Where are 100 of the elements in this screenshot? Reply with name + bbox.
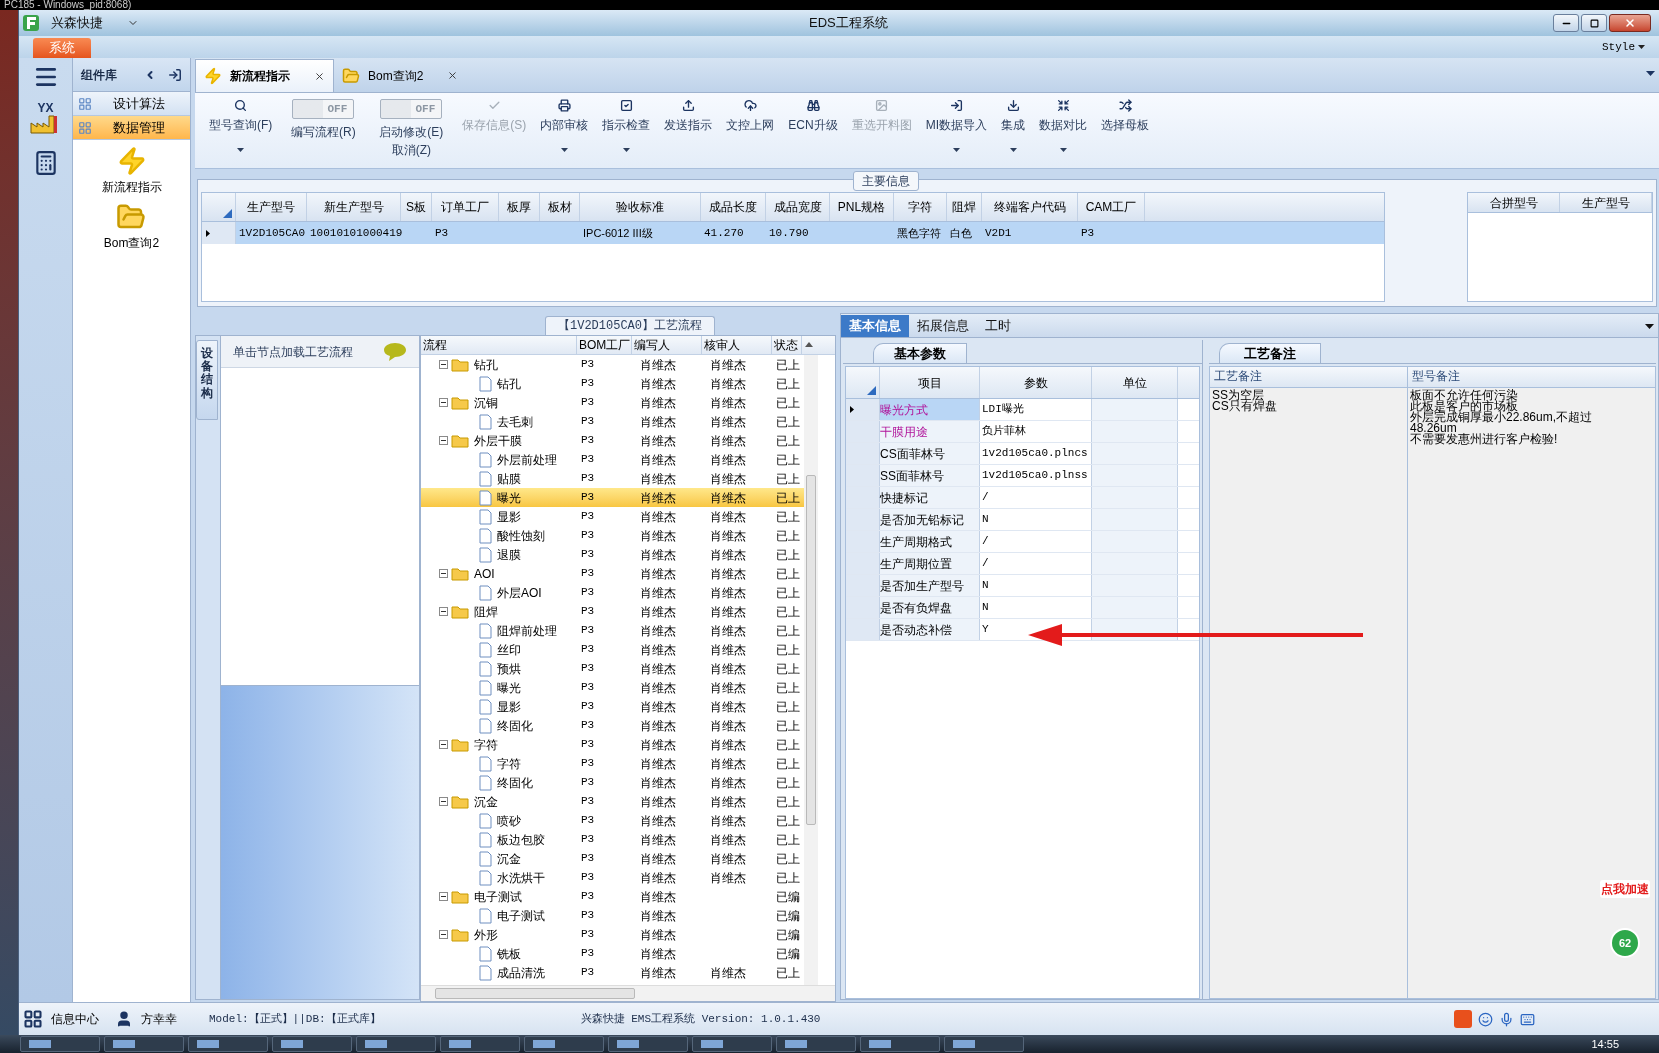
tree-row[interactable]: 板边包胶 P3 肖维杰 肖维杰 已上 bbox=[421, 830, 804, 849]
tree-row[interactable]: 去毛刺 P3 肖维杰 肖维杰 已上 bbox=[421, 412, 804, 431]
tree-row[interactable]: 外层前处理 P3 肖维杰 肖维杰 已上 bbox=[421, 450, 804, 469]
ribbon-button[interactable]: 数据对比 bbox=[1033, 97, 1093, 163]
ribbon-button[interactable]: 内部审核 bbox=[534, 97, 595, 163]
tree-row[interactable]: 终固化 P3 肖维杰 肖维杰 已上 bbox=[421, 773, 804, 792]
tree-row[interactable]: 外层干膜 P3 肖维杰 肖维杰 已上 bbox=[421, 431, 804, 450]
tree-row[interactable]: 钻孔 P3 肖维杰 肖维杰 已上 bbox=[421, 374, 804, 393]
tree-row[interactable]: 显影 P3 肖维杰 肖维杰 已上 bbox=[421, 697, 804, 716]
style-menu[interactable]: Style bbox=[1602, 38, 1645, 55]
taskbar-button[interactable] bbox=[188, 1036, 268, 1052]
vertical-scrollbar[interactable] bbox=[804, 355, 818, 985]
tree-row[interactable]: 沉金 P3 肖维杰 肖维杰 已上 bbox=[421, 792, 804, 811]
tree-row[interactable]: 丝印 P3 肖维杰 肖维杰 已上 bbox=[421, 640, 804, 659]
tree-row[interactable]: AOI P3 肖维杰 肖维杰 已上 bbox=[421, 564, 804, 583]
tree-row[interactable]: 铣板 P3 肖维杰 已编 bbox=[421, 944, 804, 963]
tree-row[interactable]: 电子测试 P3 肖维杰 已编 bbox=[421, 906, 804, 925]
table-cell[interactable]: 快捷标记 bbox=[880, 487, 980, 508]
taskbar-button[interactable] bbox=[776, 1036, 856, 1052]
table-cell[interactable]: 干膜用途 bbox=[880, 421, 980, 442]
taskbar-button[interactable] bbox=[272, 1036, 352, 1052]
taskbar-button[interactable] bbox=[104, 1036, 184, 1052]
collapse-toggle[interactable] bbox=[439, 740, 448, 749]
table-cell[interactable]: 曝光方式 bbox=[880, 399, 980, 420]
ribbon-button[interactable]: MI数据导入 bbox=[919, 97, 993, 163]
taskbar-button[interactable] bbox=[356, 1036, 436, 1052]
collapse-toggle[interactable] bbox=[439, 930, 448, 939]
tree-row[interactable]: 曝光 P3 肖维杰 肖维杰 已上 bbox=[421, 678, 804, 697]
tree-row[interactable]: 终固化 P3 肖维杰 肖维杰 已上 bbox=[421, 716, 804, 735]
caret-icon[interactable] bbox=[1646, 71, 1655, 76]
tree-row[interactable]: 贴膜 P3 肖维杰 肖维杰 已上 bbox=[421, 469, 804, 488]
microphone-icon[interactable] bbox=[1499, 1011, 1514, 1027]
tree-row[interactable]: 钻孔 P3 肖维杰 肖维杰 已上 bbox=[421, 355, 804, 374]
row-header[interactable] bbox=[846, 399, 880, 420]
tree-row[interactable]: 曝光 P3 肖维杰 肖维杰 已上 bbox=[421, 488, 804, 507]
table-cell[interactable]: 是否加无铅标记 bbox=[880, 509, 980, 530]
close-button[interactable] bbox=[1609, 14, 1651, 32]
caret-icon[interactable] bbox=[1645, 324, 1654, 329]
table-cell[interactable]: 是否加生产型号 bbox=[880, 575, 980, 596]
taskbar-button[interactable] bbox=[524, 1036, 604, 1052]
detail-tab[interactable]: 基本信息 bbox=[841, 315, 909, 337]
tree-row[interactable]: 退膜 P3 肖维杰 肖维杰 已上 bbox=[421, 545, 804, 564]
table-cell[interactable]: 生产周期格式 bbox=[880, 531, 980, 552]
tree-row[interactable]: 阻焊 P3 肖维杰 肖维杰 已上 bbox=[421, 602, 804, 621]
minimize-button[interactable] bbox=[1553, 14, 1579, 32]
close-icon[interactable] bbox=[314, 70, 325, 82]
table-cell[interactable]: 是否有负焊盘 bbox=[880, 597, 980, 618]
ribbon-button[interactable]: 文控上网 bbox=[720, 97, 781, 163]
speed-widget[interactable]: 点我加速 62 bbox=[1594, 880, 1656, 972]
tree-row[interactable]: 字符 P3 肖维杰 肖维杰 已上 bbox=[421, 754, 804, 773]
detail-tab[interactable]: 拓展信息 bbox=[909, 315, 977, 337]
document-tab[interactable]: Bom查询2 bbox=[334, 59, 467, 92]
component-item[interactable]: 设计算法 bbox=[73, 92, 190, 116]
collapse-toggle[interactable] bbox=[439, 797, 448, 806]
ribbon-button[interactable]: 型号查询(F) bbox=[203, 97, 279, 163]
maximize-button[interactable] bbox=[1581, 14, 1607, 32]
keyboard-icon[interactable] bbox=[1520, 1011, 1535, 1027]
collapse-toggle[interactable] bbox=[439, 398, 448, 407]
collapse-toggle[interactable] bbox=[439, 436, 448, 445]
table-cell[interactable]: 生产周期位置 bbox=[880, 553, 980, 574]
vertical-tab[interactable]: 设备结构 bbox=[196, 340, 218, 420]
tree-row[interactable]: 外形 P3 肖维杰 已编 bbox=[421, 925, 804, 944]
ribbon-button[interactable]: 指示检查 bbox=[596, 97, 657, 163]
table-cell[interactable]: 是否动态补偿 bbox=[880, 619, 980, 640]
component-item[interactable]: 数据管理 bbox=[73, 116, 190, 140]
panel-tab[interactable]: 工艺备注 bbox=[1219, 343, 1321, 363]
tree-row[interactable]: 字符 P3 肖维杰 肖维杰 已上 bbox=[421, 735, 804, 754]
tree-row[interactable]: 成品清洗 P3 肖维杰 肖维杰 已上 bbox=[421, 963, 804, 982]
taskbar-button[interactable] bbox=[608, 1036, 688, 1052]
taskbar-button[interactable] bbox=[440, 1036, 520, 1052]
table-cell[interactable]: CS面菲林号 bbox=[880, 443, 980, 464]
tree-row[interactable]: 显影 P3 肖维杰 肖维杰 已上 bbox=[421, 507, 804, 526]
shortcut-button[interactable]: Bom查询2 bbox=[103, 202, 160, 252]
taskbar-button[interactable] bbox=[944, 1036, 1024, 1052]
collapse-toggle[interactable] bbox=[439, 360, 448, 369]
collapse-toggle[interactable] bbox=[439, 892, 448, 901]
ribbon-button[interactable]: ECN升级 bbox=[782, 97, 844, 163]
tree-row[interactable]: 沉金 P3 肖维杰 肖维杰 已上 bbox=[421, 849, 804, 868]
smile-icon[interactable] bbox=[1478, 1011, 1493, 1027]
table-cell[interactable]: SS面菲林号 bbox=[880, 465, 980, 486]
tree-row[interactable]: 喷砂 P3 肖维杰 肖维杰 已上 bbox=[421, 811, 804, 830]
ribbon-button[interactable]: 发送指示 bbox=[658, 97, 719, 163]
ribbon-button[interactable]: 选择母板 bbox=[1095, 97, 1155, 163]
ribbon-button[interactable]: 集成 bbox=[995, 97, 1031, 163]
tree-row[interactable]: 水洗烘干 P3 肖维杰 肖维杰 已上 bbox=[421, 868, 804, 887]
taskbar-button[interactable] bbox=[692, 1036, 772, 1052]
table-row[interactable]: 1V2D105CA0 10010101000419 P3 IPC-6012 III级 41.270 10.790 黑色字符 白色 V2D1 P3 bbox=[202, 222, 1384, 244]
tree-row[interactable]: 外层AOI P3 肖维杰 肖维杰 已上 bbox=[421, 583, 804, 602]
panel-tab[interactable]: 基本参数 bbox=[873, 343, 967, 363]
horizontal-scrollbar[interactable] bbox=[421, 985, 835, 1001]
tree-row[interactable]: 电子测试 P3 肖维杰 已编 bbox=[421, 887, 804, 906]
grid-icon[interactable] bbox=[23, 1009, 43, 1029]
pin-icon[interactable] bbox=[168, 67, 182, 82]
taskbar-button[interactable] bbox=[860, 1036, 940, 1052]
tree-row[interactable]: 预烘 P3 肖维杰 肖维杰 已上 bbox=[421, 659, 804, 678]
tree-row[interactable]: 酸性蚀刻 P3 肖维杰 肖维杰 已上 bbox=[421, 526, 804, 545]
document-tab[interactable]: 新流程指示 bbox=[195, 59, 334, 92]
shortcut-button[interactable]: 新流程指示 bbox=[101, 146, 162, 196]
status-label[interactable]: 信息中心 bbox=[51, 1010, 99, 1028]
detail-tab[interactable]: 工时 bbox=[977, 315, 1019, 337]
